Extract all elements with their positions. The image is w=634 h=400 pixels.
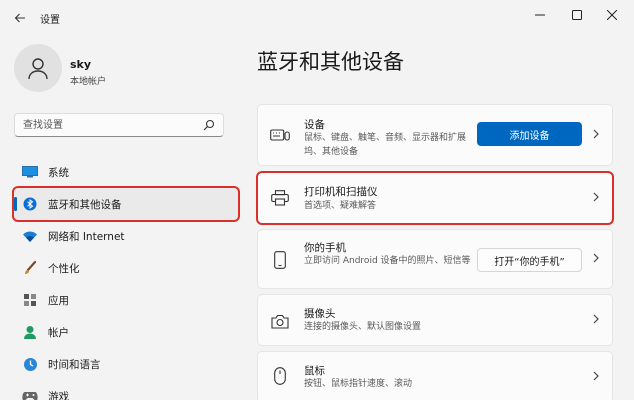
minimize-button[interactable] <box>523 4 557 26</box>
close-icon <box>607 10 617 20</box>
search-box[interactable] <box>14 113 224 137</box>
mouse-card[interactable]: 鼠标 按钮、鼠标指针速度、滚动 <box>257 351 613 400</box>
camera-icon <box>270 311 290 331</box>
monitor-icon <box>22 164 38 180</box>
sidebar-item-label: 时间和语言 <box>48 358 101 371</box>
sidebar-item-label: 应用 <box>48 294 69 307</box>
chevron-right-icon <box>592 191 600 206</box>
maximize-icon <box>572 10 582 20</box>
bluetooth-icon <box>22 196 38 212</box>
open-your-phone-button[interactable]: 打开“你的手机” <box>477 248 582 272</box>
search-icon <box>203 119 215 131</box>
card-description: 立即访问 Android 设备中的照片、短信等 <box>304 256 471 266</box>
sidebar-item-label: 个性化 <box>48 262 80 275</box>
keyboard-mouse-icon <box>270 125 290 145</box>
camera-card[interactable]: 摄像头 连接的摄像头、默认图像设置 <box>257 294 613 346</box>
avatar <box>14 44 62 92</box>
person-avatar-icon <box>28 58 48 80</box>
gamepad-icon <box>22 388 38 400</box>
card-title: 你的手机 <box>304 242 346 254</box>
chevron-right-icon <box>592 313 600 328</box>
sidebar-nav: 系统 蓝牙和其他设备 网络和 Internet 个性化 应用 帐户 时间和语言 … <box>12 156 240 400</box>
card-description: 连接的摄像头、默认图像设置 <box>304 322 422 332</box>
card-title: 摄像头 <box>304 308 336 320</box>
active-indicator <box>14 197 17 211</box>
card-description: 首选项、疑难解答 <box>304 201 377 211</box>
sidebar-item-system[interactable]: 系统 <box>14 156 238 188</box>
sidebar-item-label: 游戏 <box>48 390 69 400</box>
add-device-button[interactable]: 添加设备 <box>477 122 582 146</box>
chevron-right-icon <box>592 252 600 267</box>
devices-card[interactable]: 设备 鼠标、键盘、触笔、音频、显示器和扩展坞、其他设备 添加设备 <box>257 104 613 166</box>
sidebar-item-time-language[interactable]: 时间和语言 <box>14 348 238 380</box>
back-arrow-icon <box>14 13 25 23</box>
card-title: 打印机和扫描仪 <box>304 186 378 198</box>
person-icon <box>22 324 38 340</box>
sidebar-item-network[interactable]: 网络和 Internet <box>14 220 238 252</box>
your-phone-card[interactable]: 你的手机 立即访问 Android 设备中的照片、短信等 打开“你的手机” <box>257 229 613 289</box>
globe-clock-icon <box>22 356 38 372</box>
title-bar: 设置 <box>0 0 634 34</box>
chevron-right-icon <box>592 370 600 385</box>
maximize-button[interactable] <box>560 4 594 26</box>
search-input[interactable] <box>23 118 193 133</box>
user-profile[interactable]: sky 本地帐户 <box>14 44 234 96</box>
chevron-right-icon <box>592 128 600 143</box>
printer-icon <box>270 188 290 208</box>
wifi-icon <box>22 228 38 244</box>
sidebar-item-accounts[interactable]: 帐户 <box>14 316 238 348</box>
printers-scanners-card[interactable]: 打印机和扫描仪 首选项、疑难解答 <box>256 171 614 225</box>
account-type: 本地帐户 <box>70 77 107 87</box>
page-title: 蓝牙和其他设备 <box>257 50 404 74</box>
card-description: 鼠标、键盘、触笔、音频、显示器和扩展坞、其他设备 <box>304 133 467 157</box>
card-description: 按钮、鼠标指针速度、滚动 <box>304 379 413 389</box>
sidebar-item-label: 网络和 Internet <box>48 230 125 243</box>
sidebar-item-label: 系统 <box>48 166 69 179</box>
brush-icon <box>22 260 38 276</box>
phone-icon <box>270 250 290 270</box>
sidebar-item-apps[interactable]: 应用 <box>14 284 238 316</box>
sidebar-item-bluetooth[interactable]: 蓝牙和其他设备 <box>12 186 240 222</box>
minimize-icon <box>535 14 545 16</box>
user-name: sky <box>70 58 92 71</box>
sidebar-item-gaming[interactable]: 游戏 <box>14 380 238 400</box>
back-button[interactable] <box>10 8 30 28</box>
sidebar-item-personalization[interactable]: 个性化 <box>14 252 238 284</box>
app-title: 设置 <box>40 15 60 26</box>
card-title: 设备 <box>304 119 325 131</box>
apps-icon <box>22 292 38 308</box>
sidebar-item-label: 蓝牙和其他设备 <box>48 198 122 211</box>
close-button[interactable] <box>595 4 629 26</box>
mouse-icon <box>270 366 290 386</box>
card-title: 鼠标 <box>304 365 325 377</box>
sidebar-item-label: 帐户 <box>48 326 69 339</box>
